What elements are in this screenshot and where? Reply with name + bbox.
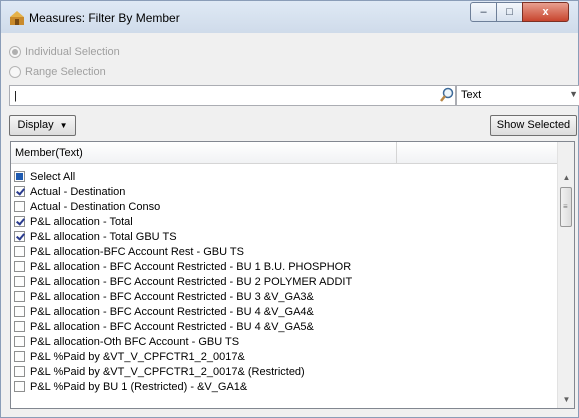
minimize-button[interactable]: –	[470, 2, 497, 22]
member-checkbox[interactable]	[14, 216, 25, 227]
range-selection-option[interactable]: Range Selection	[9, 64, 106, 80]
maximize-button[interactable]: □	[496, 2, 523, 22]
search-type-select[interactable]: Text ▼	[456, 85, 579, 106]
member-label: P&L allocation-BFC Account Rest - GBU TS	[30, 245, 244, 258]
list-item[interactable]: P&L allocation - BFC Account Restricted …	[11, 289, 557, 304]
member-label: P&L allocation - BFC Account Restricted …	[30, 305, 314, 318]
individual-selection-label: Individual Selection	[25, 46, 120, 58]
member-grid: Member(Text) Select All Actual - Destinat…	[10, 141, 575, 409]
search-type-value: Text	[461, 89, 482, 101]
member-checkbox[interactable]	[14, 171, 25, 182]
member-label: Actual - Destination	[30, 185, 126, 198]
member-checkbox[interactable]	[14, 351, 25, 362]
app-icon	[10, 11, 24, 25]
member-checkbox[interactable]	[14, 201, 25, 212]
individual-selection-radio[interactable]	[9, 46, 21, 58]
window-title: Measures: Filter By Member	[29, 11, 180, 25]
display-button[interactable]: Display ▼	[9, 115, 76, 136]
member-label: P&L allocation - BFC Account Restricted …	[30, 290, 314, 303]
show-selected-button[interactable]: Show Selected	[490, 115, 577, 136]
list-item[interactable]: Select All	[11, 169, 557, 184]
member-label: P&L allocation - Total GBU TS	[30, 230, 177, 243]
filter-dialog-window: Measures: Filter By Member – □ x Individ…	[0, 0, 579, 418]
list-item[interactable]: P&L allocation-Oth BFC Account - GBU TS	[11, 334, 557, 349]
display-button-label: Display	[17, 119, 54, 131]
chevron-down-icon: ▼	[569, 89, 578, 99]
grip-icon: ≡	[563, 202, 568, 211]
member-checkbox[interactable]	[14, 261, 25, 272]
close-button[interactable]: x	[522, 2, 569, 22]
list-item[interactable]: P&L allocation-BFC Account Rest - GBU TS	[11, 244, 557, 259]
member-label: Select All	[30, 170, 76, 183]
list-item[interactable]: P&L allocation - BFC Account Restricted …	[11, 259, 557, 274]
range-selection-label: Range Selection	[25, 66, 106, 78]
list-item[interactable]: P&L %Paid by &VT_V_CPFCTR1_2_0017& (Rest…	[11, 364, 557, 379]
member-list: Select All Actual - Destination Actual - D…	[11, 169, 557, 394]
search-icon[interactable]	[439, 86, 455, 104]
dialog-content: Individual Selection Range Selection Tex…	[9, 33, 579, 411]
member-checkbox[interactable]	[14, 366, 25, 377]
title-bar[interactable]: Measures: Filter By Member – □ x	[1, 1, 578, 33]
search-input[interactable]	[9, 85, 456, 106]
member-label: P&L allocation - BFC Account Restricted …	[30, 320, 314, 333]
scroll-up-icon[interactable]: ▲	[558, 169, 574, 186]
scroll-down-icon[interactable]: ▼	[558, 391, 574, 408]
member-checkbox[interactable]	[14, 231, 25, 242]
member-checkbox[interactable]	[14, 186, 25, 197]
list-item[interactable]: Actual - Destination Conso	[11, 199, 557, 214]
member-label: P&L %Paid by &VT_V_CPFCTR1_2_0017&	[30, 350, 245, 363]
list-item[interactable]: P&L %Paid by &VT_V_CPFCTR1_2_0017&	[11, 349, 557, 364]
member-checkbox[interactable]	[14, 291, 25, 302]
range-selection-radio[interactable]	[9, 66, 21, 78]
member-label: P&L allocation-Oth BFC Account - GBU TS	[30, 335, 240, 348]
list-item[interactable]: P&L allocation - Total GBU TS	[11, 229, 557, 244]
member-checkbox[interactable]	[14, 276, 25, 287]
member-checkbox[interactable]	[14, 246, 25, 257]
member-label: P&L %Paid by &VT_V_CPFCTR1_2_0017& (Rest…	[30, 365, 305, 378]
member-checkbox[interactable]	[14, 306, 25, 317]
member-label: Actual - Destination Conso	[30, 200, 161, 213]
header-filler	[397, 142, 557, 164]
member-checkbox[interactable]	[14, 381, 25, 392]
member-checkbox[interactable]	[14, 321, 25, 332]
list-item[interactable]: Actual - Destination	[11, 184, 557, 199]
list-item[interactable]: P&L %Paid by BU 1 (Restricted) - &V_GA1&	[11, 379, 557, 394]
member-label: P&L allocation - BFC Account Restricted …	[30, 275, 353, 288]
individual-selection-option[interactable]: Individual Selection	[9, 44, 120, 60]
list-item[interactable]: P&L allocation - BFC Account Restricted …	[11, 304, 557, 319]
vertical-scrollbar[interactable]: ▲ ≡ ▼	[557, 142, 574, 408]
list-item[interactable]: P&L allocation - BFC Account Restricted …	[11, 274, 557, 289]
scroll-thumb[interactable]: ≡	[560, 187, 572, 227]
dropdown-arrow-icon: ▼	[59, 121, 68, 130]
member-checkbox[interactable]	[14, 336, 25, 347]
member-label: P&L allocation - Total	[30, 215, 133, 228]
list-item[interactable]: P&L allocation - BFC Account Restricted …	[11, 319, 557, 334]
member-label: P&L allocation - BFC Account Restricted …	[30, 260, 352, 273]
member-column-header[interactable]: Member(Text)	[11, 142, 397, 164]
member-label: P&L %Paid by BU 1 (Restricted) - &V_GA1&	[30, 380, 248, 393]
list-item[interactable]: P&L allocation - Total	[11, 214, 557, 229]
